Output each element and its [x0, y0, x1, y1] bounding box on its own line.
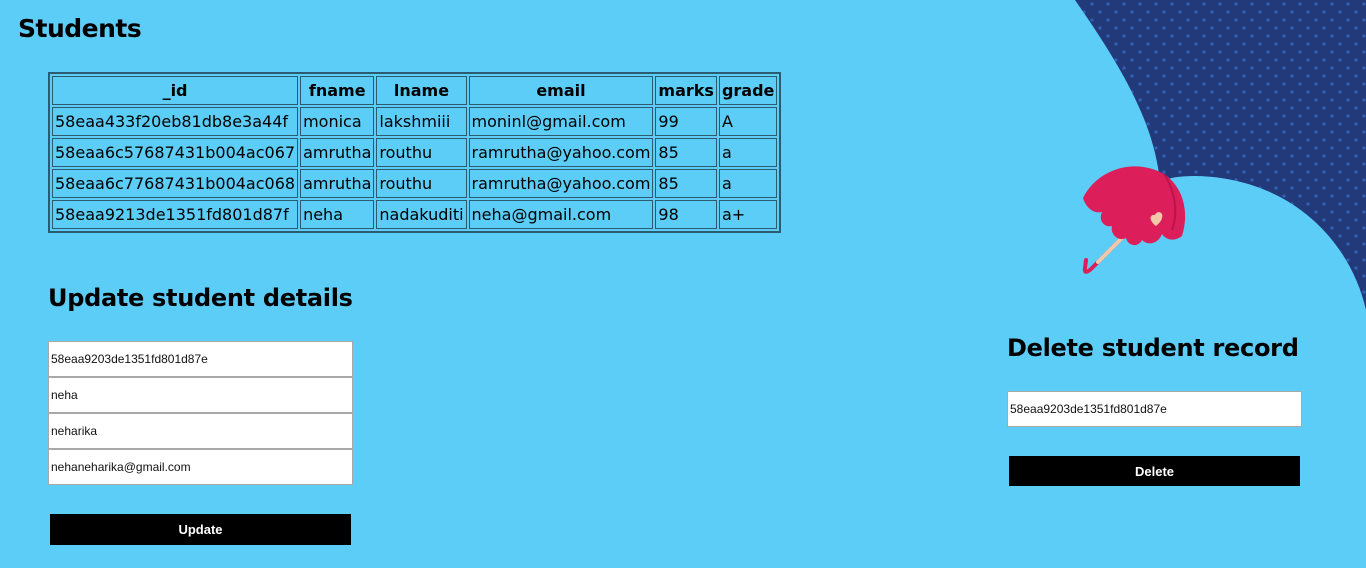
delete-button[interactable]: Delete: [1009, 456, 1300, 486]
cell-email: neha@gmail.com: [468, 200, 654, 229]
cell-lname: nadakuditi: [376, 200, 467, 229]
cell-lname: lakshmiii: [376, 107, 467, 136]
column-header-id: _id: [52, 76, 299, 105]
column-header-fname: fname: [300, 76, 375, 105]
update-section-title: Update student details: [48, 284, 353, 312]
update-button[interactable]: Update: [50, 514, 351, 545]
column-header-marks: marks: [655, 76, 717, 105]
cell-email: ramrutha@yahoo.com: [468, 169, 654, 198]
column-header-lname: lname: [376, 76, 467, 105]
cell-marks: 98: [655, 200, 717, 229]
cell-fname: monica: [300, 107, 375, 136]
umbrella-icon: [1082, 166, 1186, 274]
cell-marks: 99: [655, 107, 717, 136]
table-header-row: _id fname lname email marks grade: [52, 76, 778, 105]
cell-marks: 85: [655, 138, 717, 167]
cell-lname: routhu: [376, 138, 467, 167]
update-lname-input[interactable]: [48, 413, 353, 449]
cell-grade: A: [718, 107, 778, 136]
cell-id: 58eaa9213de1351fd801d87f: [52, 200, 299, 229]
cell-fname: amrutha: [300, 138, 375, 167]
update-fname-input[interactable]: [48, 377, 353, 413]
delete-id-input[interactable]: [1007, 391, 1302, 427]
cell-id: 58eaa433f20eb81db8e3a44f: [52, 107, 299, 136]
cell-lname: routhu: [376, 169, 467, 198]
cell-grade: a+: [718, 200, 778, 229]
cell-grade: a: [718, 169, 778, 198]
cell-fname: amrutha: [300, 169, 375, 198]
cell-email: moninl@gmail.com: [468, 107, 654, 136]
column-header-email: email: [468, 76, 654, 105]
cell-marks: 85: [655, 169, 717, 198]
students-table: _id fname lname email marks grade 58eaa4…: [48, 72, 782, 233]
cell-grade: a: [718, 138, 778, 167]
cell-fname: neha: [300, 200, 375, 229]
cell-email: ramrutha@yahoo.com: [468, 138, 654, 167]
column-header-grade: grade: [718, 76, 778, 105]
table-row: 58eaa433f20eb81db8e3a44f monica lakshmii…: [52, 107, 778, 136]
update-email-input[interactable]: [48, 449, 353, 485]
cell-id: 58eaa6c77687431b004ac068: [52, 169, 299, 198]
table-row: 58eaa6c57687431b004ac067 amrutha routhu …: [52, 138, 778, 167]
table-row: 58eaa6c77687431b004ac068 amrutha routhu …: [52, 169, 778, 198]
update-id-input[interactable]: [48, 341, 353, 377]
page-title: Students: [18, 14, 142, 43]
delete-section-title: Delete student record: [1007, 334, 1299, 362]
table-row: 58eaa9213de1351fd801d87f neha nadakuditi…: [52, 200, 778, 229]
cell-id: 58eaa6c57687431b004ac067: [52, 138, 299, 167]
